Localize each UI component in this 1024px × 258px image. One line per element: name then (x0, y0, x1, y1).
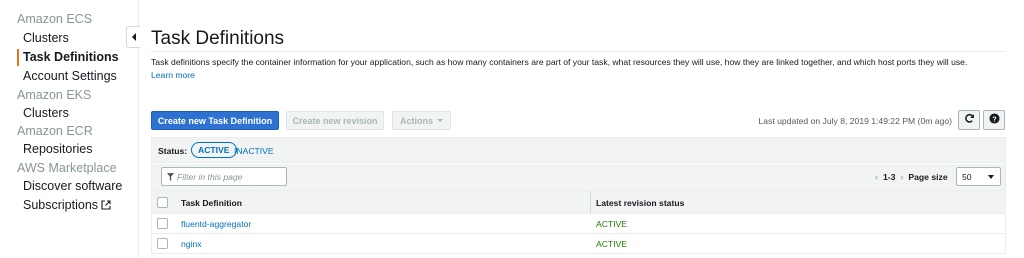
task-definitions-table: Status: ACTIVE INACTIVE ‹ 1-3 › Page siz… (151, 137, 1006, 254)
sidebar-item-subscriptions[interactable]: Subscriptions (23, 198, 111, 213)
filter-input[interactable] (177, 171, 277, 182)
sidebar-item-clusters[interactable]: Clusters (23, 31, 69, 45)
task-definition-link[interactable]: fluentd-aggregator (181, 219, 251, 229)
refresh-icon (964, 111, 975, 129)
svg-text:?: ? (992, 114, 997, 123)
sidebar-item-eks-clusters[interactable]: Clusters (23, 106, 69, 120)
refresh-button[interactable] (958, 110, 980, 130)
help-button[interactable]: ? (983, 110, 1005, 130)
column-header-task-definition[interactable]: Task Definition (181, 198, 242, 208)
revision-status: ACTIVE (596, 239, 628, 249)
column-divider (590, 191, 591, 213)
sidebar-section-ecr: Amazon ECR (17, 124, 93, 138)
actions-dropdown[interactable]: Actions (392, 111, 451, 130)
table-row: nginx ACTIVE (152, 234, 1005, 254)
status-inactive-filter[interactable]: INACTIVE (234, 146, 274, 156)
sidebar-section-eks: Amazon EKS (17, 88, 92, 102)
pagination: ‹ 1-3 › Page size (875, 172, 948, 182)
create-task-definition-button[interactable]: Create new Task Definition (151, 111, 279, 130)
revision-status: ACTIVE (596, 219, 628, 229)
external-link-icon (101, 199, 111, 213)
row-checkbox[interactable] (157, 218, 168, 229)
page-size-label: Page size (908, 172, 948, 182)
help-icon: ? (988, 111, 1000, 129)
page-range: 1-3 (883, 172, 896, 182)
sidebar-collapse-toggle[interactable] (126, 26, 140, 48)
filter-icon (167, 168, 174, 186)
sidebar-item-repositories[interactable]: Repositories (23, 142, 92, 156)
chevron-left-icon (131, 28, 137, 46)
prev-page-icon[interactable]: ‹ (875, 172, 878, 182)
title-divider (151, 51, 1006, 52)
next-page-icon[interactable]: › (900, 172, 903, 182)
sidebar-active-indicator (17, 49, 19, 66)
column-header-revision-status[interactable]: Latest revision status (596, 198, 684, 208)
status-label: Status: (158, 146, 188, 156)
table-header: Task Definition Latest revision status (152, 190, 1005, 214)
page-size-value: 50 (962, 171, 972, 182)
sidebar-item-subscriptions-label: Subscriptions (23, 198, 99, 212)
status-filter-bar: Status: ACTIVE INACTIVE (152, 138, 1005, 163)
sidebar-section-ecs: Amazon ECS (17, 12, 93, 26)
create-revision-button[interactable]: Create new revision (286, 111, 384, 130)
chevron-down-icon (988, 175, 994, 179)
page-size-select[interactable]: 50 (956, 167, 1001, 186)
sidebar-item-discover-software[interactable]: Discover software (23, 179, 122, 193)
sidebar-item-task-definitions[interactable]: Task Definitions (23, 50, 119, 64)
status-active-filter[interactable]: ACTIVE (191, 142, 237, 158)
filter-box[interactable] (161, 167, 287, 186)
sidebar-section-marketplace: AWS Marketplace (17, 161, 117, 175)
description-text: Task definitions specify the container i… (151, 57, 968, 67)
row-checkbox[interactable] (157, 238, 168, 249)
page-description: Task definitions specify the container i… (151, 56, 1011, 82)
sidebar-item-account-settings[interactable]: Account Settings (23, 69, 117, 83)
table-row: fluentd-aggregator ACTIVE (152, 214, 1005, 234)
page-title: Task Definitions (151, 28, 285, 49)
actions-label: Actions (399, 115, 433, 126)
select-all-checkbox[interactable] (157, 197, 168, 208)
task-definition-link[interactable]: nginx (181, 239, 202, 249)
filter-row: ‹ 1-3 › Page size 50 (152, 164, 1005, 190)
learn-more-link[interactable]: Learn more (151, 70, 195, 80)
caret-down-icon (437, 119, 443, 122)
sidebar: Amazon ECS Clusters Task Definitions Acc… (0, 0, 139, 258)
last-updated-text: Last updated on July 8, 2019 1:49:22 PM … (758, 116, 953, 126)
